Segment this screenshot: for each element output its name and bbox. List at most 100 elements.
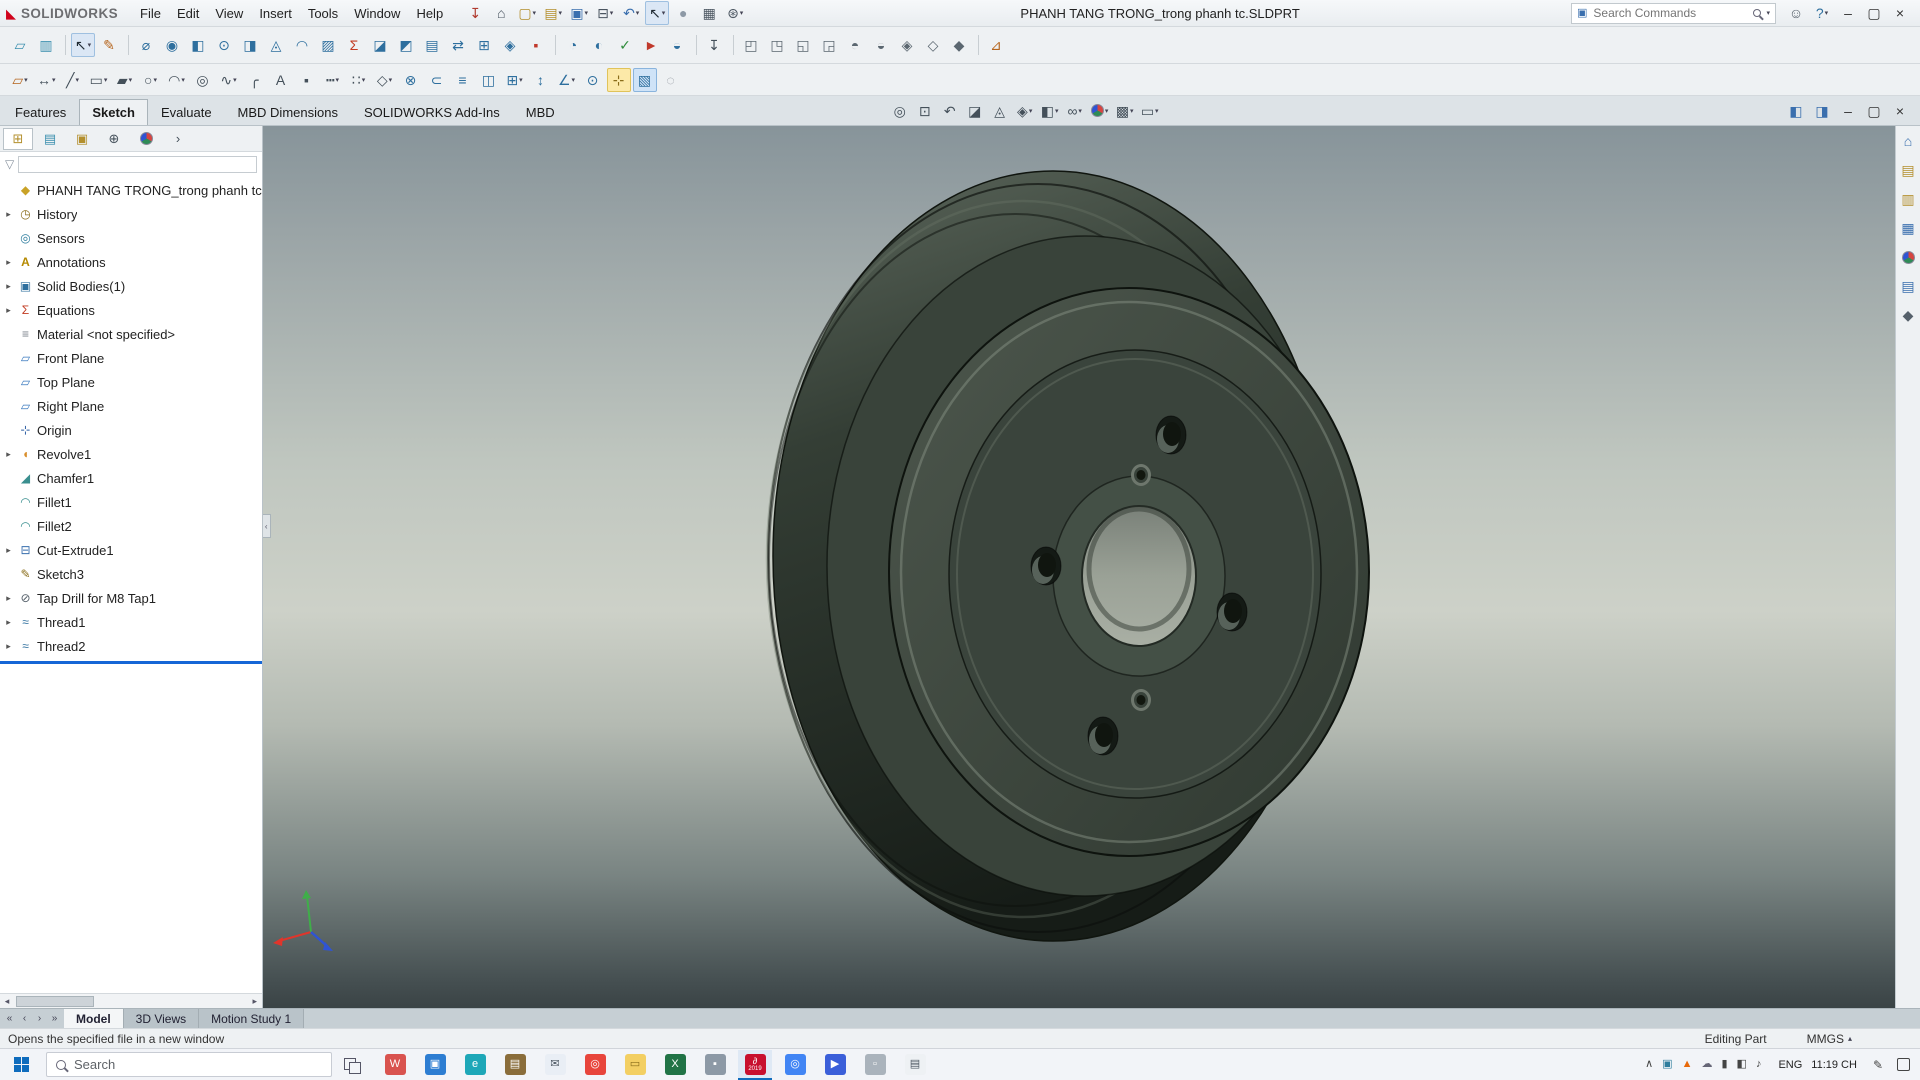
deviation-analysis-icon[interactable]: ◈ — [498, 33, 522, 57]
tab-mbd[interactable]: MBD — [513, 99, 568, 125]
rectangle-icon[interactable]: ▭ ▾ — [87, 68, 111, 92]
view-orientation-icon[interactable]: ◈ ▾ — [1013, 99, 1037, 123]
tree-item-revolve1[interactable]: ▸ ◖ Revolve1 — [0, 442, 262, 466]
graphics-area[interactable]: ‹ — [262, 126, 1895, 1008]
zoom-area-icon[interactable]: ⊡ — [913, 99, 937, 123]
display-style-icon[interactable]: ◧ ▾ — [1038, 99, 1062, 123]
search-icon[interactable] — [1753, 9, 1762, 17]
apply-scene-icon[interactable]: ▩ ▾ — [1113, 99, 1137, 123]
mate-anchor-icon[interactable]: ↧ — [702, 33, 726, 57]
featuremanager-pane-icon[interactable]: ◧ — [1784, 99, 1808, 123]
geometry-analysis-icon[interactable]: ◬ — [264, 33, 288, 57]
units-selector[interactable]: MMGS ▴ — [1807, 1032, 1852, 1046]
display-relations-icon[interactable]: ∠ ▾ — [555, 68, 579, 92]
window-close-icon[interactable]: × — [1888, 1, 1912, 25]
view-top-icon[interactable]: ◓ — [843, 33, 867, 57]
configurationmanager-tab-icon[interactable]: ▣ — [67, 128, 97, 150]
error-flag-icon[interactable]: ► — [639, 33, 663, 57]
tree-item-sensors[interactable]: ◎ Sensors — [0, 226, 262, 250]
tray-vlc-icon[interactable]: ▲ — [1682, 1059, 1693, 1070]
taskbar-mail-icon[interactable]: ✉ — [538, 1050, 572, 1080]
tree-item-fillet1[interactable]: ◠ Fillet1 — [0, 490, 262, 514]
tree-item-annotations[interactable]: ▸ A Annotations — [0, 250, 262, 274]
taskbar-notes-icon[interactable]: ▤ — [498, 1050, 532, 1080]
featuremanager-tab-icon[interactable]: ⊞ — [3, 127, 33, 150]
menu-window[interactable]: Window — [346, 3, 408, 24]
ellipse-icon[interactable]: ◎ — [191, 68, 215, 92]
sketch-settings-icon[interactable]: ◌ — [659, 68, 683, 92]
start-button[interactable] — [0, 1049, 42, 1080]
line-icon[interactable]: ╱ ▾ — [61, 68, 85, 92]
thickness-analysis-icon[interactable]: ▤ — [420, 33, 444, 57]
filter-input[interactable] — [18, 155, 257, 173]
tray-expand-icon[interactable]: ∧ — [1645, 1059, 1653, 1070]
doc-close-icon[interactable]: × — [1888, 99, 1912, 123]
brake-drum-model[interactable] — [765, 170, 1370, 942]
prev-model-tab-icon[interactable]: ‹ — [18, 1013, 31, 1024]
tree-item-origin[interactable]: ⊹ Origin — [0, 418, 262, 442]
taskbar-search[interactable]: Search — [46, 1052, 332, 1077]
move-entities-icon[interactable]: ↕ — [529, 68, 553, 92]
taskbar-photos-icon[interactable]: ▣ — [418, 1050, 452, 1080]
tree-item-thread2[interactable]: ▸ ≈ Thread2 — [0, 634, 262, 658]
display-pane-icon[interactable]: ◨ — [1810, 99, 1834, 123]
pin-icon[interactable]: ↧ — [463, 1, 487, 25]
tree-item-history[interactable]: ▸ ◷ History — [0, 202, 262, 226]
menu-insert[interactable]: Insert — [251, 3, 300, 24]
sketch-picture-icon[interactable]: ▧ — [632, 67, 657, 92]
point-icon[interactable]: ▪ — [295, 68, 319, 92]
stop-icon[interactable]: ▪ — [524, 33, 548, 57]
doc-minimize-icon[interactable]: – — [1836, 99, 1860, 123]
displaymanager-tab-icon[interactable] — [131, 128, 161, 150]
slot-icon[interactable]: ▰ ▾ — [113, 68, 137, 92]
pen-icon[interactable]: ✎ — [1873, 1059, 1883, 1071]
check-entity-icon[interactable]: ◨ — [238, 33, 262, 57]
home-icon[interactable]: ⌂ — [489, 1, 513, 25]
smart-dimension-icon[interactable]: ↔ ▾ — [34, 68, 59, 92]
section-view-icon[interactable]: ◪ — [963, 99, 987, 123]
tree-item-cut-extrude1[interactable]: ▸ ⊟ Cut-Extrude1 — [0, 538, 262, 562]
taskbar-chrome2-icon[interactable]: ◎ — [778, 1050, 812, 1080]
threaded-hole-top[interactable] — [1130, 464, 1151, 486]
hide-show-items-icon[interactable]: ∞ ▾ — [1063, 99, 1087, 123]
dimxpertmanager-tab-icon[interactable]: ⊕ — [99, 128, 129, 150]
pattern-icon[interactable]: ∷ ▾ — [347, 68, 371, 92]
panel-horizontal-scrollbar[interactable]: ◂ ▸ — [0, 993, 262, 1008]
expand-arrow-icon[interactable]: ▸ — [3, 593, 14, 604]
repair-sketch-icon[interactable]: ⊙ — [581, 68, 605, 92]
measure-icon[interactable]: ⌀ — [134, 33, 158, 57]
mass-properties-icon[interactable]: ◉ — [160, 33, 184, 57]
taskbar-notepad-icon[interactable]: ▤ — [898, 1050, 932, 1080]
panel-splitter-handle[interactable]: ‹ — [262, 514, 271, 539]
view-front-icon[interactable]: ◰ — [739, 33, 763, 57]
panel-tab-overflow-icon[interactable]: › — [163, 128, 193, 150]
menu-file[interactable]: File — [132, 3, 169, 24]
model-tab-motion-study-1[interactable]: Motion Study 1 — [199, 1009, 305, 1028]
select-cursor-icon[interactable]: ↖ ▾ — [645, 1, 670, 25]
tree-item-thread1[interactable]: ▸ ≈ Thread1 — [0, 610, 262, 634]
last-model-tab-icon[interactable]: » — [48, 1013, 61, 1024]
menu-view[interactable]: View — [207, 3, 251, 24]
language-indicator[interactable]: ENG — [1778, 1059, 1802, 1071]
expand-arrow-icon[interactable]: ▸ — [3, 209, 14, 220]
menu-help[interactable]: Help — [408, 3, 451, 24]
view-settings-icon[interactable]: ▭ ▾ — [1138, 99, 1162, 123]
help-icon[interactable]: ? ▾ — [1810, 1, 1834, 25]
taskbar-folder-icon[interactable]: ▭ — [618, 1050, 652, 1080]
tree-item-chamfer1[interactable]: ◢ Chamfer1 — [0, 466, 262, 490]
text-icon[interactable]: A — [269, 68, 293, 92]
polygon-icon[interactable]: ◇ ▾ — [373, 68, 397, 92]
undercut-analysis-icon[interactable]: ◩ — [394, 33, 418, 57]
model-view[interactable] — [263, 126, 1920, 1008]
taskbar-app2-icon[interactable]: ▫ — [858, 1050, 892, 1080]
bolt-hole-right[interactable] — [1216, 592, 1248, 632]
undo-icon[interactable]: ↶ ▾ — [619, 1, 643, 25]
options-gear-icon[interactable]: ⊛ ▾ — [723, 1, 747, 25]
model-tab-3d-views[interactable]: 3D Views — [123, 1009, 200, 1028]
tab-solidworks-add-ins[interactable]: SOLIDWORKS Add-Ins — [351, 99, 513, 125]
threaded-hole-bottom[interactable] — [1130, 689, 1151, 711]
tray-onedrive-icon[interactable]: ☁ — [1701, 1059, 1712, 1070]
tray-network-icon[interactable]: ◧ — [1737, 1059, 1747, 1070]
bolt-hole-bottom[interactable] — [1087, 716, 1119, 756]
bolt-hole-left[interactable] — [1030, 546, 1062, 586]
